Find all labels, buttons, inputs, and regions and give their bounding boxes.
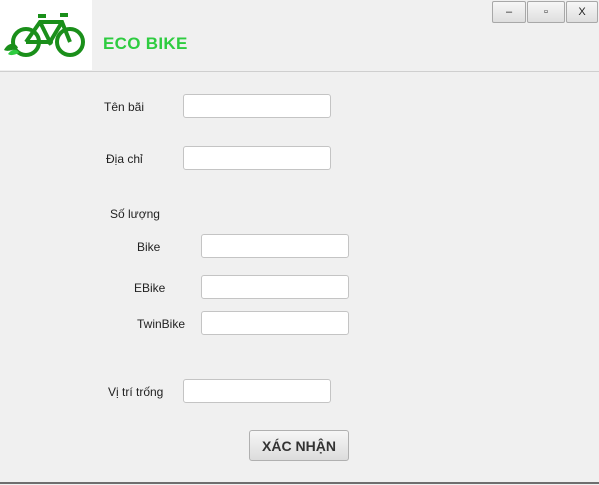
name-label: Tên bãi <box>104 100 145 114</box>
empty-slots-input[interactable] <box>183 379 331 403</box>
bike-label: Bike <box>137 240 161 254</box>
dock-form-window: ECO BIKE – ▫ X Tên bãi Địa chỉ Số lượng … <box>0 0 599 485</box>
minimize-button[interactable]: – <box>492 1 526 23</box>
address-input[interactable] <box>183 146 331 170</box>
app-title: ECO BIKE <box>103 34 188 53</box>
address-label: Địa chỉ <box>106 152 143 166</box>
quantity-label: Số lượng <box>110 207 160 221</box>
close-button[interactable]: X <box>566 1 598 23</box>
close-icon: X <box>578 6 586 18</box>
maximize-icon: ▫ <box>544 6 548 18</box>
bike-quantity-input[interactable] <box>201 234 349 258</box>
logo <box>0 0 92 70</box>
minimize-icon: – <box>505 6 513 18</box>
confirm-button[interactable]: XÁC NHẬN <box>249 430 349 461</box>
empty-slots-label: Vị trí trống <box>108 385 164 399</box>
ebike-quantity-input[interactable] <box>201 275 349 299</box>
twinbike-quantity-input[interactable] <box>201 311 349 335</box>
bicycle-icon <box>4 13 85 57</box>
bottom-border <box>0 482 599 484</box>
name-input[interactable] <box>183 94 331 118</box>
ebike-label: EBike <box>134 281 166 295</box>
twinbike-label: TwinBike <box>137 317 186 331</box>
maximize-button[interactable]: ▫ <box>527 1 565 23</box>
